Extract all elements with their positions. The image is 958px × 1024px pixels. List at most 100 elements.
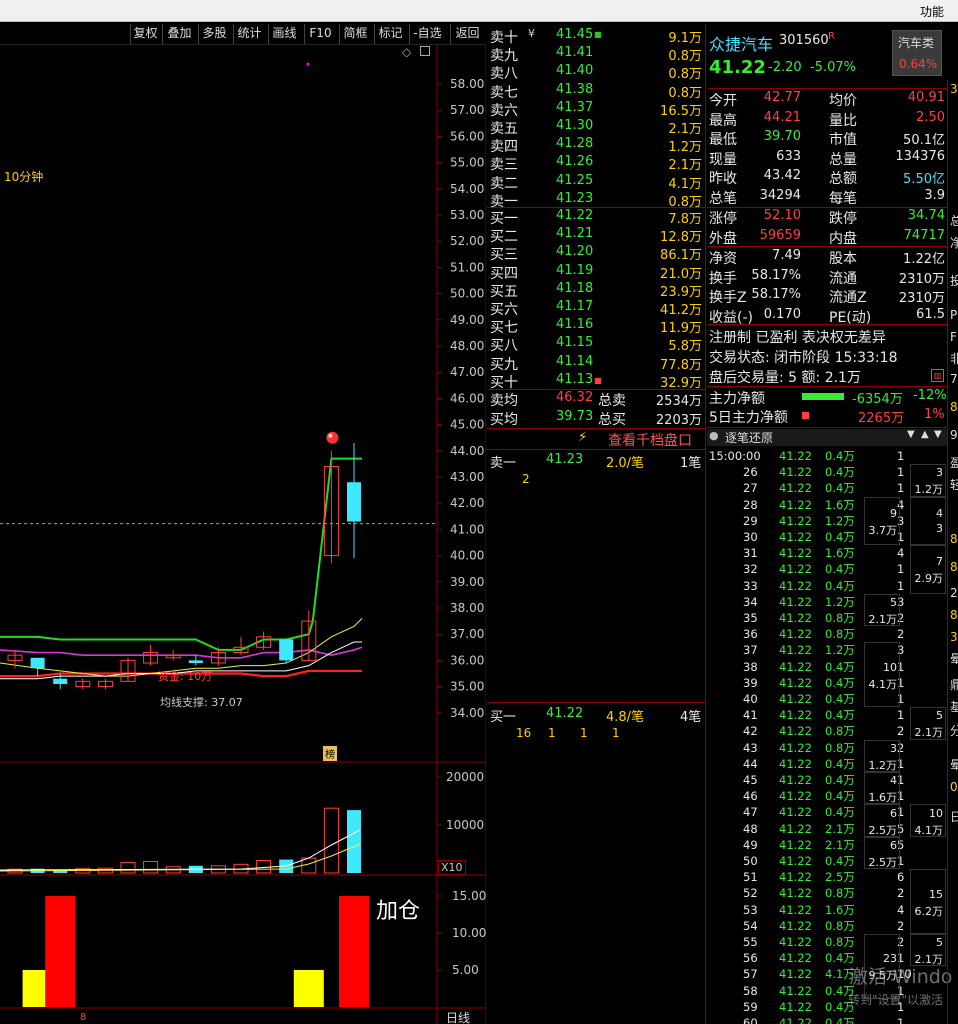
tick-group-volume: 3 (936, 521, 943, 535)
tick-row[interactable]: 35 41.22 0.8万 2 (707, 610, 947, 626)
stat-value: 44.21 (763, 109, 801, 125)
tick-group-count: 3 (936, 466, 943, 480)
tick-time: 36 (743, 627, 758, 642)
tick-row[interactable]: 15:00:00 41.22 0.4万 1 (707, 448, 947, 464)
tick-row[interactable]: 36 41.22 0.8万 2 (707, 626, 947, 642)
stat-value: 58.17% (751, 287, 801, 302)
toolbar-button[interactable]: 画线 (268, 24, 300, 44)
tick-group-volume: 2.5万 (868, 823, 898, 837)
tick-row[interactable]: 45 41.22 0.4万 1 (707, 772, 947, 788)
bid-row[interactable]: 买五 41.18 23.9万 (488, 280, 704, 300)
volume-bar (120, 861, 136, 874)
ask-row[interactable]: 卖六 41.37 16.5万 (488, 100, 704, 119)
toolbar-button[interactable]: 标记 (374, 24, 406, 44)
sell1-queue-amt: 2.0/笔 (606, 456, 645, 471)
tick-row[interactable]: 60 41.22 0.4万 1 (707, 1015, 947, 1024)
main5-flow-pct: 1% (924, 407, 945, 422)
diamond-icon[interactable]: ◇ (402, 45, 411, 59)
tick-row[interactable]: 38 41.22 0.4万 1 (707, 659, 947, 675)
ask-row[interactable]: 卖二 41.25 4.1万 (488, 173, 704, 192)
bid-row[interactable]: 买九 41.14 77.8万 (488, 354, 704, 373)
tick-row[interactable]: 50 41.22 0.4万 1 (707, 853, 947, 869)
quote-separator (707, 246, 947, 247)
stat-row: 最高 44.21 量比 2.50 (707, 110, 947, 130)
book-average-row: 买均 39.73 总买 2203万 (488, 409, 704, 428)
tick-row[interactable]: 40 41.22 0.4万 1 (707, 691, 947, 707)
ask-price: 41.30 (556, 118, 594, 133)
registration-badge: R (828, 31, 835, 42)
ticks-title[interactable]: 逐笔还原 (725, 429, 773, 446)
stat-label: 最低 (709, 132, 737, 148)
toolbar-button[interactable]: 多股 (198, 24, 230, 44)
tick-row[interactable]: 44 41.22 0.4万 1 (707, 756, 947, 772)
tick-time: 59 (743, 999, 758, 1014)
after-hours-volume: 盘后交易量: 5 额: 2.1万 (709, 370, 861, 386)
bid-row[interactable]: 买七 41.16 11.9万 (488, 317, 704, 336)
sort-up-icon[interactable]: ▲ (921, 429, 929, 440)
toolbar-button[interactable]: F10 (304, 24, 336, 44)
ma-support-annotation: 均线支撑: 37.07 (160, 696, 243, 709)
toolbar-button[interactable]: 简框 (339, 24, 371, 44)
tick-row[interactable]: 39 41.22 0.4万 1 (707, 675, 947, 691)
bid-row[interactable]: 买一 41.22 7.8万 (488, 208, 704, 227)
tick-row[interactable]: 34 41.22 1.2万 3 (707, 594, 947, 610)
toolbar-button[interactable]: 返回 (450, 24, 484, 44)
collapse-icon[interactable]: ● (709, 429, 719, 442)
ask-row[interactable]: 卖五 41.30 2.1万 (488, 118, 704, 137)
tick-time: 53 (743, 902, 758, 917)
toolbar-button[interactable]: 统计 (233, 24, 265, 44)
ask-row[interactable]: 卖八 41.40 0.8万 (488, 63, 704, 82)
ask-row[interactable]: 卖四 41.28 1.2万 (488, 136, 704, 155)
kline-chart-svg[interactable]: 58.00 57.00 56.00 55.00 54.00 53.00 52.00 51.00… (0, 44, 486, 1024)
price-tick-label: 49.00 (450, 313, 484, 327)
bid-level-name: 买九 (490, 356, 518, 373)
toolbar-button[interactable]: 复权 (130, 24, 160, 44)
total-label: 总买 (598, 412, 626, 428)
window-maximize-icon[interactable] (420, 46, 430, 56)
main5-flow-label: 5日主力净额 (709, 410, 788, 426)
stat-value: 58.17% (751, 267, 801, 283)
tick-price: 41.22 (779, 870, 812, 885)
tick-price: 41.22 (779, 837, 812, 852)
stat-value: 74717 (903, 227, 945, 243)
bid-price: 41.18 (556, 280, 594, 296)
sort-down-icon[interactable]: ▼ (934, 429, 942, 440)
bid-row[interactable]: 买八 41.15 5.8万 (488, 335, 704, 354)
tick-group-box: 9 3.7万 (864, 496, 900, 546)
toolbar-button[interactable]: 叠加 (162, 24, 196, 44)
bid-row[interactable]: 买三 41.20 86.1万 (488, 244, 704, 263)
ask-row[interactable]: 卖七 41.38 0.8万 (488, 82, 704, 101)
stat-label: 换手 (709, 270, 737, 287)
ranking-badge[interactable]: 榜 (323, 746, 337, 761)
bid-row[interactable]: 买六 41.17 41.2万 (488, 299, 704, 318)
price-tick-label: 57.00 (450, 103, 484, 117)
tick-row[interactable]: 49 41.22 2.1万 5 (707, 837, 947, 853)
queue-button[interactable]: 查看千档盘口 (608, 430, 692, 450)
chart-small-icon[interactable]: ▥ (931, 369, 944, 382)
stock-name[interactable]: 众捷汽车 (709, 31, 773, 55)
tick-group-box: 10 4.1万 (910, 804, 946, 837)
tick-price: 41.22 (779, 692, 812, 706)
stat-row: 净资 7.49 股本 1.22亿 (707, 248, 947, 268)
menu-function[interactable]: 功能 (920, 3, 944, 20)
ask-row[interactable]: 卖三 41.26 2.1万 (488, 154, 704, 173)
sector-box[interactable]: 汽车类 0.64% (892, 30, 942, 76)
tick-volume: 0.8万 (825, 886, 855, 901)
ask-row[interactable]: 卖九 41.41 0.8万 (488, 45, 704, 64)
bid-row[interactable]: 买二 41.21 12.8万 (488, 226, 704, 245)
tick-group-box: 6 2.5万 (864, 804, 900, 837)
filter-icon[interactable]: ▼ (907, 429, 915, 440)
tick-volume: 1.6万 (825, 546, 855, 561)
price-tick-label: 54.00 (450, 182, 484, 196)
toolbar-button[interactable]: -自选 (409, 24, 445, 44)
tick-time: 42 (743, 724, 758, 739)
period-tab-daily[interactable]: 日线 (446, 1009, 470, 1024)
tick-row[interactable]: 37 41.22 1.2万 3 (707, 642, 947, 658)
tick-row[interactable]: 43 41.22 0.8万 2 (707, 740, 947, 756)
bid-row[interactable]: 买四 41.19 21.0万 (488, 263, 704, 282)
tick-row[interactable]: 46 41.22 0.4万 1 (707, 788, 947, 804)
price-tick-label: 44.00 (450, 444, 484, 458)
tick-group-count: 4 (936, 506, 943, 520)
tick-count: 1 (897, 481, 905, 496)
tick-group-box: 10 4.1万 (864, 642, 900, 708)
